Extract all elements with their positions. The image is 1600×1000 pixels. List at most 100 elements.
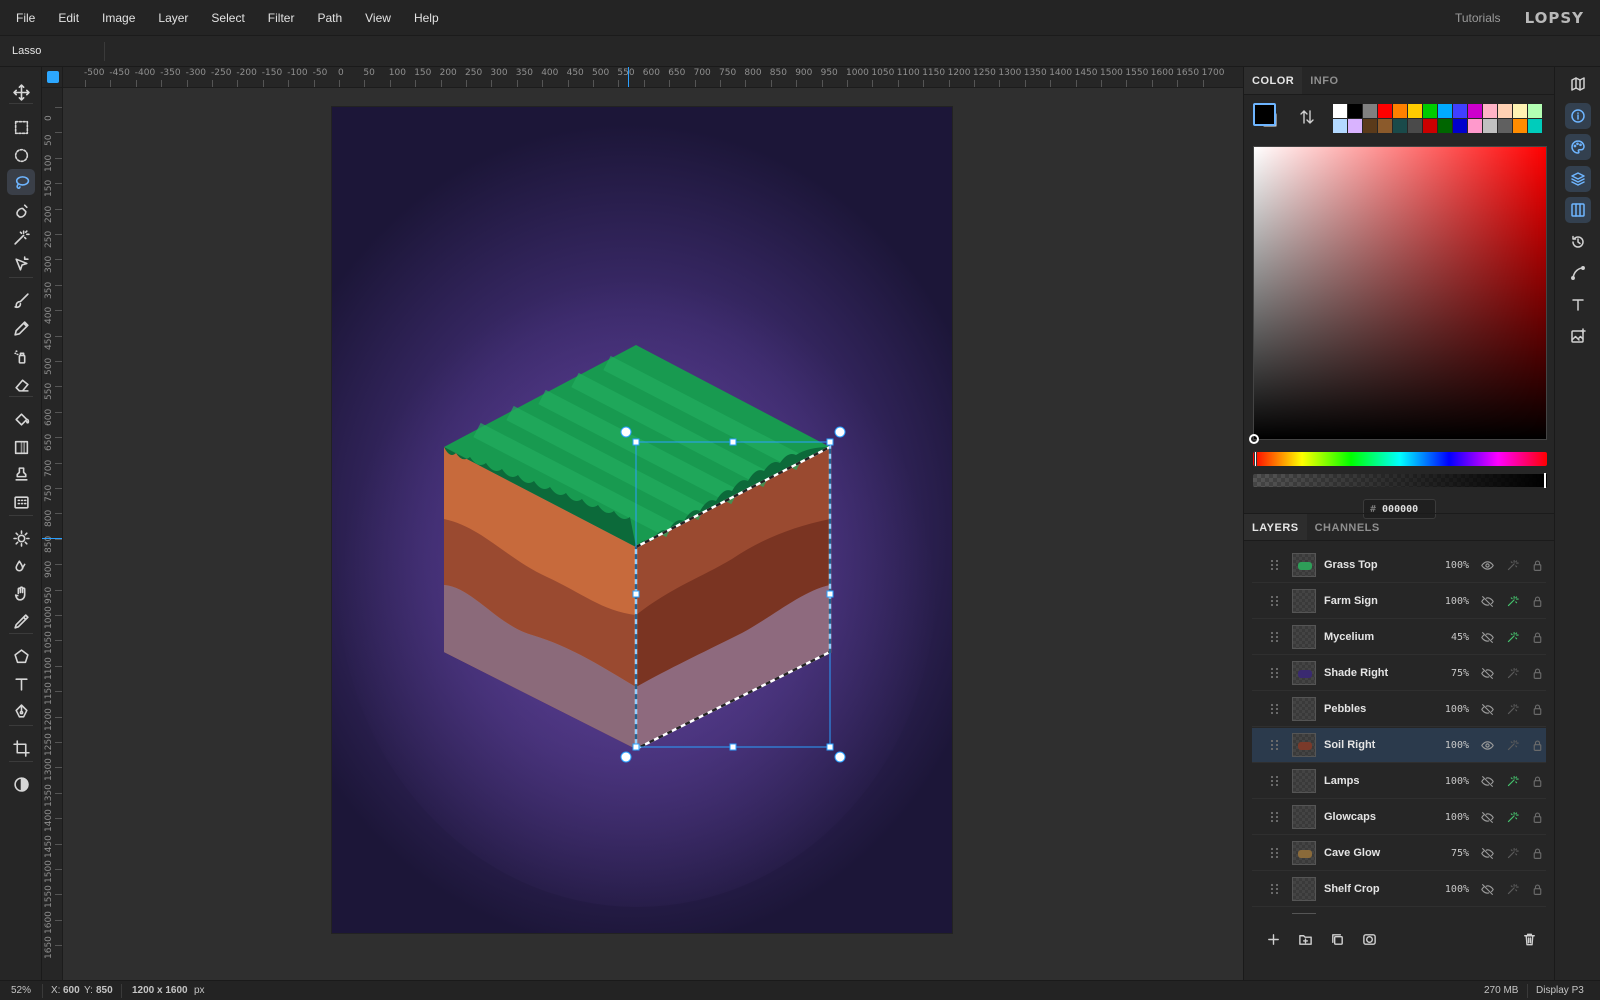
- color-swatch[interactable]: [1408, 119, 1422, 133]
- color-swatch[interactable]: [1378, 119, 1392, 133]
- layer-name-shade-right[interactable]: Shade Right: [1324, 667, 1429, 679]
- magic-wand-tool[interactable]: [7, 224, 35, 250]
- fill-tool[interactable]: [7, 406, 35, 432]
- visibility-toggle[interactable]: [1479, 845, 1495, 861]
- ellipse-select-tool[interactable]: [7, 142, 35, 168]
- layer-row[interactable]: Glowcaps 100%: [1252, 800, 1546, 835]
- delete-layer-button[interactable]: [1516, 919, 1542, 959]
- duplicate-layer-button[interactable]: [1324, 919, 1350, 959]
- tab-channels[interactable]: CHANNELS: [1307, 514, 1388, 540]
- drag-handle-icon[interactable]: [1271, 739, 1285, 751]
- alpha-slider[interactable]: [1253, 473, 1547, 488]
- swap-colors-icon[interactable]: [1299, 109, 1315, 125]
- color-swatch[interactable]: [1348, 104, 1362, 118]
- color-swatch[interactable]: [1498, 119, 1512, 133]
- alpha-slider-handle[interactable]: [1544, 473, 1546, 488]
- rail-navigator-button[interactable]: [1565, 71, 1591, 97]
- color-swatch[interactable]: [1333, 119, 1347, 133]
- visibility-toggle[interactable]: [1479, 809, 1495, 825]
- color-picker-cursor[interactable]: [1249, 434, 1259, 444]
- foreground-color-swatch[interactable]: [1253, 103, 1276, 126]
- new-group-button[interactable]: [1292, 919, 1318, 959]
- rail-character-button[interactable]: [1565, 292, 1591, 318]
- drag-handle-icon[interactable]: [1271, 883, 1285, 895]
- color-swatch[interactable]: [1363, 119, 1377, 133]
- layer-lock-toggle[interactable]: [1529, 737, 1545, 753]
- layer-name-soil-right[interactable]: Soil Right: [1324, 739, 1429, 751]
- color-swatch[interactable]: [1378, 104, 1392, 118]
- tab-info[interactable]: INFO: [1302, 67, 1346, 94]
- text-tool[interactable]: [7, 671, 35, 697]
- layer-name-grass-top[interactable]: Grass Top: [1324, 559, 1429, 571]
- new-layer-button[interactable]: [1260, 919, 1286, 959]
- layer-row[interactable]: Mycelium 45%: [1252, 620, 1546, 655]
- color-swatch[interactable]: [1423, 119, 1437, 133]
- rail-color-button[interactable]: [1565, 134, 1591, 160]
- layer-row[interactable]: Cave Glow 75%: [1252, 836, 1546, 871]
- layer-opacity[interactable]: 75%: [1429, 848, 1469, 859]
- lasso-tool[interactable]: [7, 169, 35, 195]
- color-swatch[interactable]: [1528, 119, 1542, 133]
- color-swatch[interactable]: [1423, 104, 1437, 118]
- color-swatch[interactable]: [1453, 104, 1467, 118]
- layer-effects-toggle[interactable]: [1504, 701, 1520, 717]
- layer-effects-toggle[interactable]: [1504, 557, 1520, 573]
- layer-name-glowcaps[interactable]: Glowcaps: [1324, 811, 1429, 823]
- color-swatch[interactable]: [1408, 104, 1422, 118]
- shape-tool[interactable]: [7, 643, 35, 669]
- layer-lock-toggle[interactable]: [1529, 845, 1545, 861]
- menu-layer[interactable]: Layer: [158, 11, 188, 25]
- layer-row[interactable]: Shade Right 75%: [1252, 656, 1546, 691]
- color-swatch[interactable]: [1483, 104, 1497, 118]
- visibility-toggle[interactable]: [1479, 737, 1495, 753]
- rail-info-button[interactable]: [1565, 103, 1591, 129]
- layer-row[interactable]: Lamps 100%: [1252, 764, 1546, 799]
- visibility-toggle[interactable]: [1479, 593, 1495, 609]
- layer-name-shelf-crop[interactable]: Shelf Crop: [1324, 883, 1429, 895]
- drag-handle-icon[interactable]: [1271, 559, 1285, 571]
- tutorials-link[interactable]: Tutorials: [1455, 11, 1501, 25]
- layer-row[interactable]: Pebbles 100%: [1252, 692, 1546, 727]
- menu-view[interactable]: View: [365, 11, 391, 25]
- layer-lock-toggle[interactable]: [1529, 809, 1545, 825]
- blur-tool[interactable]: [7, 553, 35, 579]
- menu-filter[interactable]: Filter: [268, 11, 295, 25]
- pen-tool[interactable]: [7, 698, 35, 724]
- color-swatch[interactable]: [1483, 119, 1497, 133]
- color-swatch[interactable]: [1363, 104, 1377, 118]
- pencil-tool[interactable]: [7, 315, 35, 341]
- menu-file[interactable]: File: [16, 11, 35, 25]
- rect-select-tool[interactable]: [7, 114, 35, 140]
- layer-opacity[interactable]: 45%: [1429, 632, 1469, 643]
- ruler-corner[interactable]: [42, 67, 63, 88]
- pattern-tool[interactable]: [7, 489, 35, 515]
- color-swatch[interactable]: [1393, 119, 1407, 133]
- visibility-toggle[interactable]: [1479, 881, 1495, 897]
- rail-layers-button[interactable]: [1565, 166, 1591, 192]
- layer-effects-toggle[interactable]: [1504, 845, 1520, 861]
- color-swatch[interactable]: [1348, 119, 1362, 133]
- add-mask-button[interactable]: [1356, 919, 1382, 959]
- color-swatch[interactable]: [1513, 104, 1527, 118]
- layers-list[interactable]: Grass Top 100% Farm Sign 100% Mycelium 45% Sha…: [1252, 548, 1546, 914]
- gradient-tool[interactable]: [7, 434, 35, 460]
- layer-lock-toggle[interactable]: [1529, 773, 1545, 789]
- visibility-toggle[interactable]: [1479, 773, 1495, 789]
- color-swatch[interactable]: [1468, 119, 1482, 133]
- drag-handle-icon[interactable]: [1271, 631, 1285, 643]
- canvas-viewport[interactable]: [63, 88, 1243, 980]
- layer-opacity[interactable]: 100%: [1429, 812, 1469, 823]
- drag-handle-icon[interactable]: [1271, 847, 1285, 859]
- layer-opacity[interactable]: 100%: [1429, 776, 1469, 787]
- menu-edit[interactable]: Edit: [58, 11, 79, 25]
- brush-tool[interactable]: [7, 287, 35, 313]
- color-swatch[interactable]: [1528, 104, 1542, 118]
- color-swatch[interactable]: [1498, 104, 1512, 118]
- zoom-level[interactable]: 52%: [11, 985, 31, 996]
- quick-select-tool[interactable]: [7, 197, 35, 223]
- rail-channels-button[interactable]: [1565, 197, 1591, 223]
- visibility-toggle[interactable]: [1479, 557, 1495, 573]
- drag-handle-icon[interactable]: [1271, 667, 1285, 679]
- drag-handle-icon[interactable]: [1271, 775, 1285, 787]
- layer-lock-toggle[interactable]: [1529, 881, 1545, 897]
